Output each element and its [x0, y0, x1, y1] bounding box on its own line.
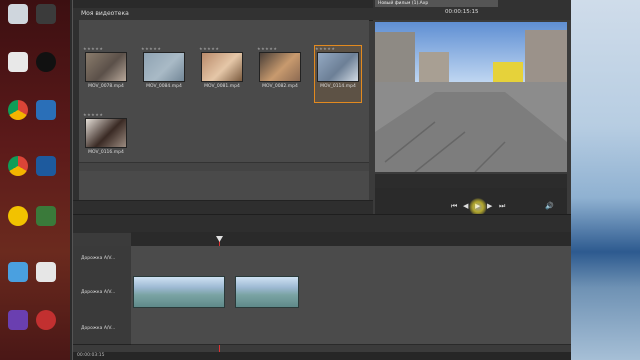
- timeline-status-bar: [73, 352, 571, 360]
- app-icon[interactable]: [8, 310, 28, 330]
- library-item[interactable]: ★★★★★ MOV_0084.mp4: [141, 46, 187, 102]
- timeline-toolbar: [73, 214, 571, 233]
- file-name: MOV_0116.mp4: [88, 150, 124, 155]
- file-name: MOV_0114.mp4: [320, 84, 356, 89]
- player-scrubber[interactable]: [375, 174, 567, 188]
- library-item[interactable]: ★★★★★ MOV_0078.mp4: [83, 46, 129, 102]
- app-icon[interactable]: [36, 52, 56, 72]
- library-item[interactable]: ★★★★★ MOV_0114.mp4: [314, 45, 362, 103]
- app-icon[interactable]: [36, 206, 56, 226]
- track-header[interactable]: Дорожка A/V...: [73, 314, 131, 345]
- timeline-clip[interactable]: [133, 276, 225, 308]
- file-name: MOV_0082.mp4: [262, 84, 298, 89]
- app-icon[interactable]: [36, 310, 56, 330]
- document-icon[interactable]: [8, 52, 28, 72]
- step-back-icon[interactable]: ◀: [463, 202, 468, 210]
- video-thumbnail[interactable]: [317, 52, 359, 82]
- fast-forward-icon[interactable]: ⏭: [499, 202, 505, 210]
- timeline-clip[interactable]: [235, 276, 299, 308]
- track-area[interactable]: [131, 314, 571, 345]
- video-thumbnail[interactable]: [259, 52, 301, 82]
- track-name: Дорожка A/V...: [81, 256, 116, 261]
- app-icon[interactable]: [8, 262, 28, 282]
- player-tab[interactable]: Новый фильм (1).Axp: [375, 0, 498, 7]
- video-editor-window: Моя видеотека Новый фильм (1).Axp 00:00:…: [72, 0, 571, 360]
- step-forward-icon[interactable]: ▶: [487, 202, 492, 210]
- app-icon[interactable]: [36, 262, 56, 282]
- rating-stars[interactable]: ★★★★★: [257, 46, 277, 51]
- library-item[interactable]: ★★★★★ MOV_0116.mp4: [83, 112, 129, 168]
- library-bottom-bar: [73, 200, 373, 215]
- video-thumbnail[interactable]: [143, 52, 185, 82]
- video-thumbnail[interactable]: [85, 118, 127, 148]
- library-item[interactable]: ★★★★★ MOV_0082.mp4: [257, 46, 303, 102]
- player-video-preview: [375, 22, 567, 172]
- rating-stars[interactable]: ★★★★★: [83, 46, 103, 51]
- timeline-ruler[interactable]: [131, 232, 571, 247]
- desktop-left-area: [0, 0, 70, 360]
- rewind-icon[interactable]: ⏮: [451, 202, 457, 210]
- desktop-app-icon[interactable]: [36, 4, 56, 24]
- chrome-icon[interactable]: [8, 156, 28, 176]
- video-frame: [375, 22, 567, 172]
- video-thumbnail[interactable]: [201, 52, 243, 82]
- desktop-wallpaper-right: [570, 0, 640, 360]
- library-sidebar: [73, 20, 79, 200]
- track-name: Дорожка A/V...: [81, 290, 116, 295]
- app-icon[interactable]: [36, 100, 56, 120]
- rating-stars[interactable]: ★★★★★: [83, 112, 103, 117]
- chrome-icon[interactable]: [8, 100, 28, 120]
- file-name: MOV_0081.mp4: [204, 84, 240, 89]
- track-name: Дорожка A/V...: [81, 326, 116, 331]
- file-name: MOV_0084.mp4: [146, 84, 182, 89]
- app-icon[interactable]: [8, 206, 28, 226]
- rating-stars[interactable]: ★★★★★: [315, 46, 335, 51]
- timeline-bottom-time: 00:00:03:15: [77, 353, 105, 358]
- app-icon[interactable]: [36, 156, 56, 176]
- library-item[interactable]: ★★★★★ MOV_0081.mp4: [199, 46, 245, 102]
- player-timecode: 00:00:15:15: [445, 9, 479, 15]
- track-header[interactable]: Дорожка A/V...: [73, 246, 131, 273]
- recycle-bin-icon[interactable]: [8, 4, 28, 24]
- library-title: Моя видеотека: [81, 10, 129, 17]
- rating-stars[interactable]: ★★★★★: [199, 46, 219, 51]
- track-area[interactable]: [131, 246, 571, 273]
- video-thumbnail[interactable]: [85, 52, 127, 82]
- file-name: MOV_0078.mp4: [88, 84, 124, 89]
- volume-icon[interactable]: 🔊: [545, 202, 554, 210]
- rating-stars[interactable]: ★★★★★: [141, 46, 161, 51]
- track-header[interactable]: Дорожка A/V...: [73, 272, 131, 315]
